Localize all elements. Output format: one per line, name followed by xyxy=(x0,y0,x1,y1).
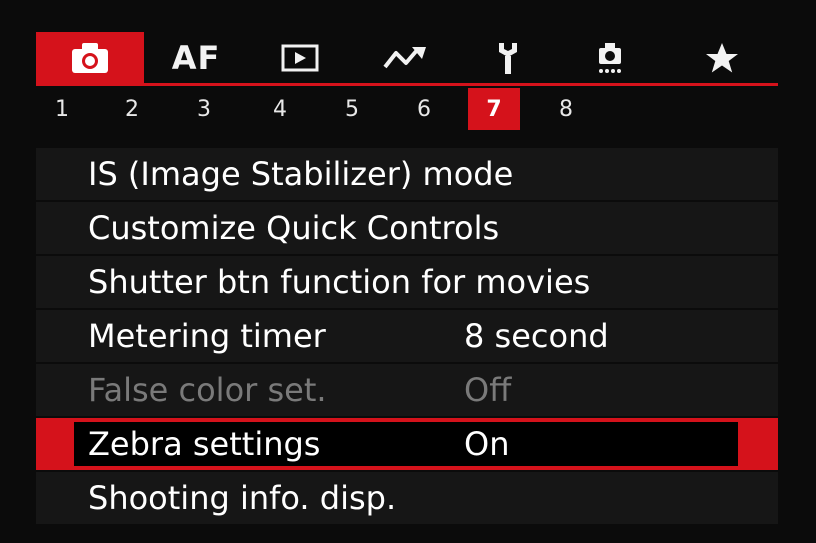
tab-playback[interactable] xyxy=(260,32,340,84)
page-indicator: 1 2 3 4 5 6 7 8 xyxy=(36,88,636,130)
page-3[interactable]: 3 xyxy=(186,88,222,130)
menu-item-false-color-set: False color set. Off xyxy=(36,364,778,416)
menu-item-label: IS (Image Stabilizer) mode xyxy=(88,155,514,193)
page-7[interactable]: 7 xyxy=(468,88,520,130)
playback-icon xyxy=(280,42,320,74)
tab-setup[interactable] xyxy=(468,32,548,84)
menu-item-label: Metering timer xyxy=(88,317,326,355)
page-5[interactable]: 5 xyxy=(334,88,370,130)
menu-item-zebra-settings[interactable]: Zebra settings On xyxy=(36,418,778,470)
wireless-icon xyxy=(382,43,430,73)
menu-item-shooting-info-disp[interactable]: Shooting info. disp. xyxy=(36,472,778,524)
tab-underline xyxy=(36,83,778,86)
menu-item-value: Off xyxy=(464,371,512,409)
menu-item-shutter-btn-function[interactable]: Shutter btn function for movies xyxy=(36,256,778,308)
menu-item-value: On xyxy=(464,425,510,463)
menu-item-label: Shutter btn function for movies xyxy=(88,263,591,301)
custom-functions-icon xyxy=(592,40,628,76)
menu-item-label: Shooting info. disp. xyxy=(88,479,397,517)
page-6[interactable]: 6 xyxy=(406,88,442,130)
menu-item-is-mode[interactable]: IS (Image Stabilizer) mode xyxy=(36,148,778,200)
camera-menu-screen: AF 1 2 3 4 5 6 7 8 IS (Image Stabilizer)… xyxy=(0,0,816,543)
page-8[interactable]: 8 xyxy=(548,88,584,130)
page-1[interactable]: 1 xyxy=(44,88,80,130)
menu-item-label: False color set. xyxy=(88,371,327,409)
star-icon xyxy=(704,41,740,75)
menu-item-metering-timer[interactable]: Metering timer 8 second xyxy=(36,310,778,362)
camera-icon xyxy=(68,40,112,76)
menu-item-label: Customize Quick Controls xyxy=(88,209,500,247)
tab-bar: AF xyxy=(36,32,778,84)
menu-item-label: Zebra settings xyxy=(88,425,321,463)
menu-item-value: 8 second xyxy=(464,317,609,355)
tab-custom[interactable] xyxy=(570,32,650,84)
tab-af-label: AF xyxy=(171,39,221,77)
page-2[interactable]: 2 xyxy=(114,88,150,130)
tab-wireless[interactable] xyxy=(366,32,446,84)
menu-list: IS (Image Stabilizer) mode Customize Qui… xyxy=(36,148,778,526)
page-4[interactable]: 4 xyxy=(262,88,298,130)
tab-shooting[interactable] xyxy=(36,32,144,84)
tab-mymenu[interactable] xyxy=(682,32,762,84)
wrench-icon xyxy=(493,40,523,76)
tab-af[interactable]: AF xyxy=(156,32,236,84)
menu-item-customize-quick-controls[interactable]: Customize Quick Controls xyxy=(36,202,778,254)
